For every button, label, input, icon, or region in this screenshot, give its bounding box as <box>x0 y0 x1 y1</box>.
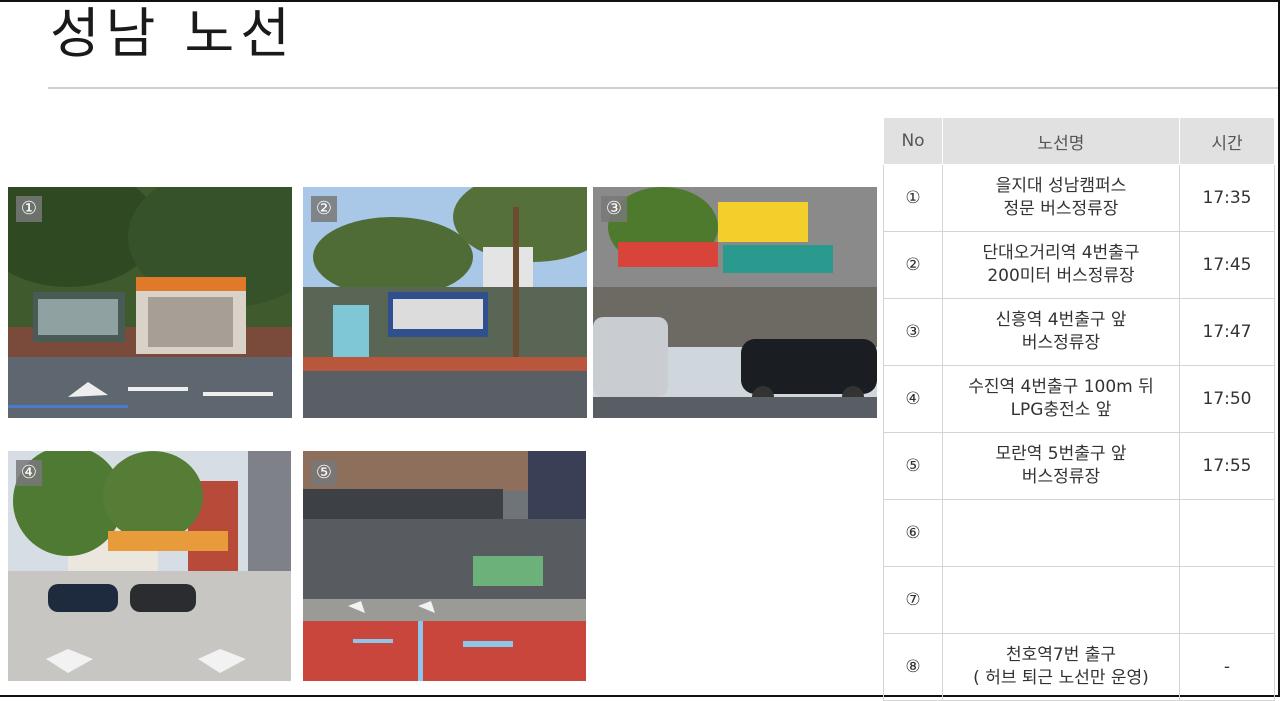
route-name-line1: 을지대 성남캠퍼스 <box>995 176 1127 196</box>
photo-stop-2: ② <box>303 187 587 418</box>
cell-time: 17:55 <box>1179 432 1275 500</box>
route-name-line2: 200미터 버스정류장 <box>987 266 1135 286</box>
cell-no: ⑤ <box>883 432 943 500</box>
table-row: ⑧ 천호역7번 출구 ( 허브 퇴근 노선만 운영) - <box>883 633 1275 701</box>
table-row: ⑦ <box>883 566 1275 634</box>
cell-no: ④ <box>883 365 943 433</box>
cell-route-name: 단대오거리역 4번출구 200미터 버스정류장 <box>942 231 1180 299</box>
photo-stop-4-number: ④ <box>16 460 42 486</box>
page-title: 성남 노선 <box>50 2 296 65</box>
table-row: ② 단대오거리역 4번출구 200미터 버스정류장 17:45 <box>883 231 1275 299</box>
table-row: ⑥ <box>883 499 1275 567</box>
photo-stop-2-number: ② <box>311 196 337 222</box>
photo-stop-4: ④ <box>8 451 291 681</box>
table-row: ① 을지대 성남캠퍼스정문 버스정류장 17:35 <box>883 164 1275 232</box>
cell-no: ③ <box>883 298 943 366</box>
cell-time: 17:50 <box>1179 365 1275 433</box>
route-name-line1: 단대오거리역 4번출구 <box>982 243 1140 263</box>
header-no: No <box>883 117 943 165</box>
route-table: No 노선명 시간 ① 을지대 성남캠퍼스정문 버스정류장 17:35 ② 단대… <box>883 117 1275 701</box>
cell-route-name: 수진역 4번출구 100m 뒤 LPG충전소 앞 <box>942 365 1180 433</box>
photo-stop-5-image <box>303 451 586 681</box>
cell-time: 17:47 <box>1179 298 1275 366</box>
title-divider <box>48 87 1278 89</box>
cell-no: ① <box>883 164 943 232</box>
cell-time <box>1179 499 1275 567</box>
route-name-line1: 모란역 5번출구 앞 <box>995 444 1127 464</box>
route-name-line1: 수진역 4번출구 100m 뒤 <box>968 377 1154 397</box>
photo-stop-1-image <box>8 187 292 418</box>
route-name-line1: 천호역7번 출구 <box>1005 645 1117 665</box>
table-header-row: No 노선명 시간 <box>883 117 1275 165</box>
photo-stop-4-image <box>8 451 291 681</box>
route-name-line2: 버스정류장 <box>1021 467 1101 487</box>
cell-no: ⑧ <box>883 633 943 701</box>
photo-stop-5-number: ⑤ <box>311 460 337 486</box>
header-time: 시간 <box>1179 117 1275 165</box>
cell-route-name: 을지대 성남캠퍼스정문 버스정류장 <box>942 164 1180 232</box>
photo-stop-1: ① <box>8 187 292 418</box>
table-row: ⑤ 모란역 5번출구 앞버스정류장 17:55 <box>883 432 1275 500</box>
route-name-line2: LPG충전소 앞 <box>1010 400 1112 420</box>
cell-no: ⑦ <box>883 566 943 634</box>
cell-time <box>1179 566 1275 634</box>
table-row: ③ 신흥역 4번출구 앞버스정류장 17:47 <box>883 298 1275 366</box>
photo-stop-1-number: ① <box>16 196 42 222</box>
cell-route-name <box>942 566 1180 634</box>
route-name-line2: 정문 버스정류장 <box>1003 199 1119 219</box>
cell-time: 17:45 <box>1179 231 1275 299</box>
route-name-line1: 신흥역 4번출구 앞 <box>995 310 1127 330</box>
cell-time: 17:35 <box>1179 164 1275 232</box>
cell-route-name <box>942 499 1180 567</box>
photo-stop-3: ③ <box>593 187 877 418</box>
route-name-line2: ( 허브 퇴근 노선만 운영) <box>973 668 1149 688</box>
photo-stop-5: ⑤ <box>303 451 586 681</box>
cell-route-name: 신흥역 4번출구 앞버스정류장 <box>942 298 1180 366</box>
cell-route-name: 모란역 5번출구 앞버스정류장 <box>942 432 1180 500</box>
table-row: ④ 수진역 4번출구 100m 뒤 LPG충전소 앞 17:50 <box>883 365 1275 433</box>
cell-no: ② <box>883 231 943 299</box>
cell-time: - <box>1179 633 1275 701</box>
cell-route-name: 천호역7번 출구 ( 허브 퇴근 노선만 운영) <box>942 633 1180 701</box>
cell-no: ⑥ <box>883 499 943 567</box>
photo-stop-2-image <box>303 187 587 418</box>
photo-stop-3-number: ③ <box>601 196 627 222</box>
header-route-name: 노선명 <box>942 117 1180 165</box>
route-name-line2: 버스정류장 <box>1021 333 1101 353</box>
photo-stop-3-image <box>593 187 877 418</box>
